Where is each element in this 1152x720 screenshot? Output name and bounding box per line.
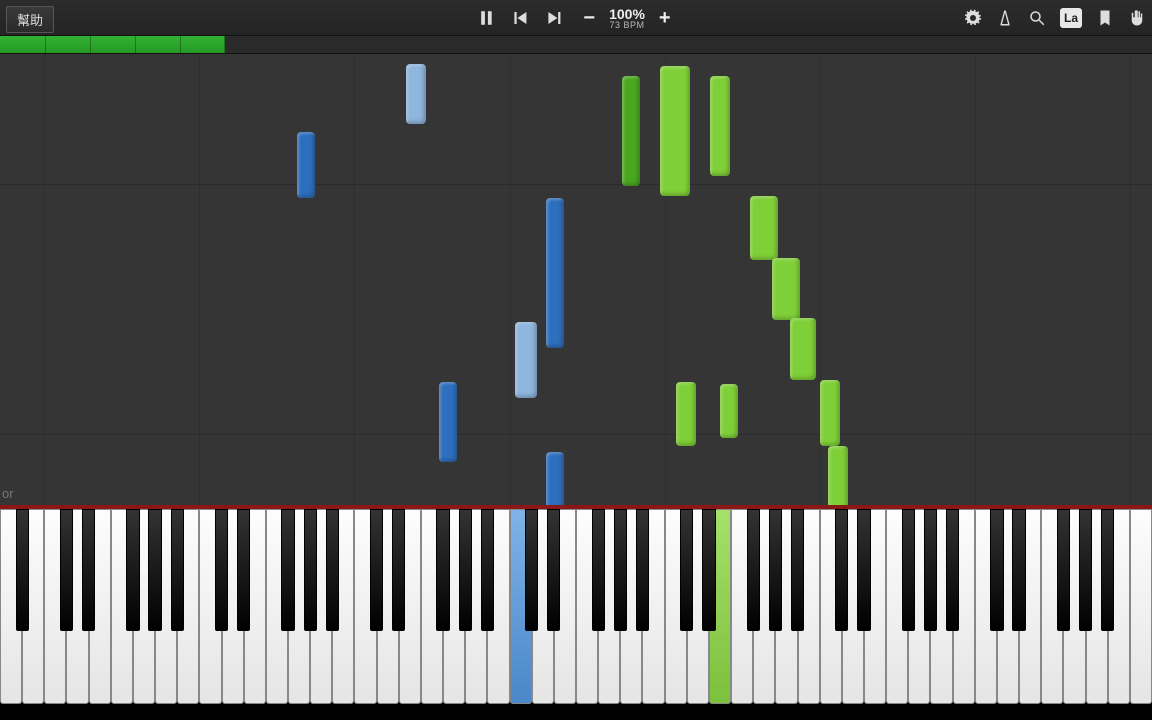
black-key[interactable] bbox=[1101, 509, 1114, 631]
black-key[interactable] bbox=[304, 509, 317, 631]
black-key[interactable] bbox=[769, 509, 782, 631]
progress-fill bbox=[0, 36, 225, 53]
black-key[interactable] bbox=[281, 509, 294, 631]
falling-note bbox=[790, 318, 816, 380]
pause-icon[interactable] bbox=[477, 9, 495, 27]
black-key[interactable] bbox=[60, 509, 73, 631]
progress-bar[interactable] bbox=[0, 36, 1152, 54]
black-key[interactable] bbox=[215, 509, 228, 631]
black-key[interactable] bbox=[126, 509, 139, 631]
next-track-icon[interactable] bbox=[545, 9, 563, 27]
falling-note bbox=[622, 76, 640, 186]
search-icon[interactable] bbox=[1028, 9, 1046, 27]
speed-display[interactable]: 100% 73 BPM bbox=[609, 7, 645, 30]
black-key[interactable] bbox=[747, 509, 760, 631]
falling-note bbox=[710, 76, 730, 176]
notation-toggle-button[interactable]: La bbox=[1060, 8, 1082, 28]
falling-note bbox=[660, 66, 690, 196]
falling-note bbox=[750, 196, 778, 260]
hand-icon[interactable] bbox=[1128, 9, 1146, 27]
falling-note bbox=[406, 64, 426, 124]
bookmark-icon[interactable] bbox=[1096, 9, 1114, 27]
playback-controls: − 100% 73 BPM + bbox=[477, 0, 674, 36]
black-key[interactable] bbox=[16, 509, 29, 631]
black-key[interactable] bbox=[924, 509, 937, 631]
black-key[interactable] bbox=[436, 509, 449, 631]
falling-note bbox=[546, 452, 564, 505]
black-key[interactable] bbox=[237, 509, 250, 631]
footer-bar bbox=[0, 712, 1152, 720]
gear-icon[interactable] bbox=[964, 9, 982, 27]
falling-note bbox=[820, 380, 840, 446]
black-key[interactable] bbox=[902, 509, 915, 631]
falling-note bbox=[439, 382, 457, 462]
falling-note bbox=[772, 258, 800, 320]
black-key[interactable] bbox=[835, 509, 848, 631]
falling-note bbox=[515, 322, 537, 398]
black-key[interactable] bbox=[326, 509, 339, 631]
piano-keyboard[interactable] bbox=[0, 505, 1152, 712]
black-key[interactable] bbox=[148, 509, 161, 631]
black-key[interactable] bbox=[636, 509, 649, 631]
black-key[interactable] bbox=[1012, 509, 1025, 631]
bpm-label: 73 BPM bbox=[609, 21, 645, 30]
speed-control: − 100% 73 BPM + bbox=[579, 7, 674, 30]
black-key[interactable] bbox=[392, 509, 405, 631]
speed-minus-button[interactable]: − bbox=[579, 7, 599, 30]
toolbar-right: La bbox=[964, 0, 1146, 36]
falling-note bbox=[720, 384, 738, 438]
black-key[interactable] bbox=[857, 509, 870, 631]
black-key[interactable] bbox=[990, 509, 1003, 631]
speed-plus-button[interactable]: + bbox=[655, 7, 675, 30]
metronome-icon[interactable] bbox=[996, 9, 1014, 27]
black-key[interactable] bbox=[946, 509, 959, 631]
black-key[interactable] bbox=[481, 509, 494, 631]
black-key[interactable] bbox=[614, 509, 627, 631]
black-key[interactable] bbox=[791, 509, 804, 631]
help-menu-button[interactable]: 幫助 bbox=[6, 6, 54, 33]
prev-track-icon[interactable] bbox=[511, 9, 529, 27]
black-key[interactable] bbox=[82, 509, 95, 631]
black-key[interactable] bbox=[171, 509, 184, 631]
toolbar: 幫助 − 100% 73 BPM + La bbox=[0, 0, 1152, 36]
falling-note bbox=[546, 198, 564, 348]
black-key[interactable] bbox=[680, 509, 693, 631]
black-key[interactable] bbox=[1079, 509, 1092, 631]
hint-label: or bbox=[2, 486, 14, 501]
black-key[interactable] bbox=[592, 509, 605, 631]
falling-note bbox=[828, 446, 848, 505]
note-fall-area[interactable]: or bbox=[0, 54, 1152, 505]
black-key[interactable] bbox=[547, 509, 560, 631]
black-key[interactable] bbox=[525, 509, 538, 631]
falling-note bbox=[297, 132, 315, 198]
black-key[interactable] bbox=[702, 509, 715, 631]
speed-percent-label: 100% bbox=[609, 7, 645, 21]
black-key[interactable] bbox=[370, 509, 383, 631]
black-key[interactable] bbox=[1057, 509, 1070, 631]
falling-note bbox=[676, 382, 696, 446]
black-key[interactable] bbox=[459, 509, 472, 631]
